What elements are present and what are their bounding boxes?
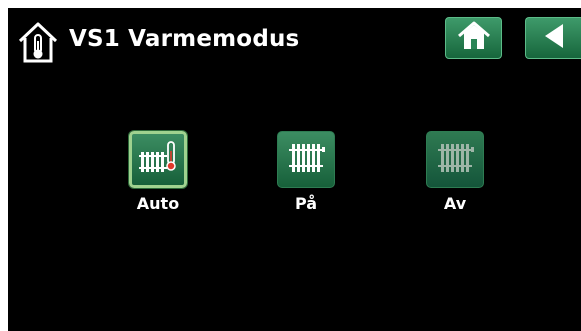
page-title: VS1 Varmemodus <box>69 26 300 52</box>
mode-auto-button[interactable] <box>129 131 187 188</box>
back-arrow-icon <box>541 22 567 54</box>
mode-on-button[interactable] <box>277 131 335 188</box>
mode-off[interactable]: Av <box>410 131 500 213</box>
home-button[interactable] <box>445 17 502 59</box>
mode-off-label: Av <box>443 194 467 213</box>
mode-auto-label: Auto <box>136 194 180 213</box>
mode-auto[interactable]: Auto <box>113 131 203 213</box>
mode-on[interactable]: På <box>261 131 351 213</box>
radiator-thermometer-icon <box>138 140 178 179</box>
mode-off-button[interactable] <box>426 131 484 188</box>
radiator-off-icon <box>435 141 475 179</box>
mode-on-label: På <box>294 194 318 213</box>
screen: VS1 Varmemodus Auto På Av <box>8 8 581 331</box>
house-thermometer-icon <box>16 19 60 67</box>
home-icon <box>457 21 491 55</box>
back-button[interactable] <box>525 17 581 59</box>
radiator-icon <box>286 141 326 179</box>
